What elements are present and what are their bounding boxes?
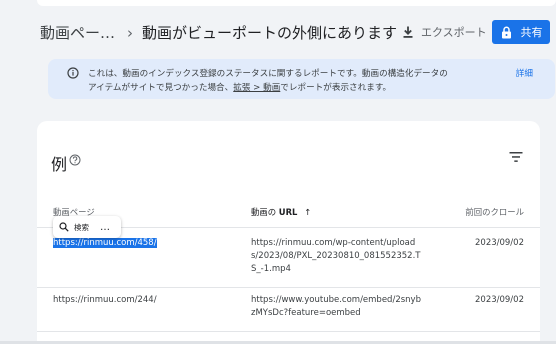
- last-crawl-cell: 2023/09/02: [475, 295, 524, 305]
- page-header: 動画ペー… › 動画がビューポートの外側にあります エクスポート 共有: [0, 12, 556, 52]
- banner-text-suffix: でレポートが表示されます。: [280, 83, 392, 93]
- previous-card-edge: [37, 0, 556, 6]
- export-label: エクスポート: [421, 26, 487, 39]
- column-header-url-prefix: 動画の: [251, 207, 277, 217]
- selected-page-url[interactable]: https://rinmuu.com/458/: [53, 238, 157, 248]
- video-url-cell[interactable]: https://www.youtube.com/embed/2snybzMYsD…: [251, 294, 421, 320]
- info-icon: [67, 67, 79, 79]
- breadcrumb: 動画ペー… › 動画がビューポートの外側にあります: [40, 22, 397, 43]
- help-icon[interactable]: [69, 154, 81, 166]
- banner-text-prefix: アイテムがサイトで見つかった場合、: [88, 83, 234, 93]
- filter-icon[interactable]: [509, 151, 523, 163]
- download-icon: [403, 26, 413, 38]
- share-button[interactable]: 共有: [492, 20, 550, 44]
- page-title: 動画がビューポートの外側にあります: [142, 24, 398, 42]
- info-banner: これは、動画のインデックス登録のステータスに関するレポートです。動画の構造化デー…: [48, 59, 555, 99]
- page-url-cell[interactable]: https://rinmuu.com/458/: [53, 237, 157, 250]
- search-icon[interactable]: [59, 222, 69, 232]
- column-header-url-bold: URL: [278, 207, 298, 217]
- breadcrumb-separator: ›: [127, 24, 134, 42]
- examples-title: 例: [51, 155, 68, 174]
- export-button[interactable]: エクスポート: [401, 21, 487, 43]
- details-link[interactable]: 詳細: [516, 67, 533, 79]
- video-enhancements-link[interactable]: 拡張 > 動画: [233, 83, 280, 93]
- column-header-video-url[interactable]: 動画の URL ↑: [251, 206, 311, 218]
- column-header-last-crawl[interactable]: 前回のクロール: [465, 206, 524, 218]
- breadcrumb-parent-link[interactable]: 動画ペー…: [40, 24, 115, 42]
- video-url-cell[interactable]: https://rinmuu.com/wp-content/uploads/20…: [251, 237, 421, 276]
- last-crawl-cell: 2023/09/02: [475, 238, 524, 248]
- banner-text-line2: アイテムがサイトで見つかった場合、拡張 > 動画でレポートが表示されます。: [88, 81, 391, 93]
- page-url-cell[interactable]: https://rinmuu.com/244/: [53, 294, 157, 307]
- table-row[interactable]: https://rinmuu.com/244/ https://www.yout…: [37, 287, 540, 331]
- share-label: 共有: [520, 26, 543, 39]
- banner-text-line1: これは、動画のインデックス登録のステータスに関するレポートです。動画の構造化デー…: [88, 69, 448, 79]
- sort-ascending-icon: ↑: [304, 207, 312, 217]
- row-divider: [37, 331, 540, 332]
- search-selection-button[interactable]: 検索: [74, 222, 89, 233]
- lock-icon: [501, 26, 511, 38]
- more-options-button[interactable]: …: [100, 222, 110, 233]
- selection-toolbar: 検索 …: [53, 216, 121, 238]
